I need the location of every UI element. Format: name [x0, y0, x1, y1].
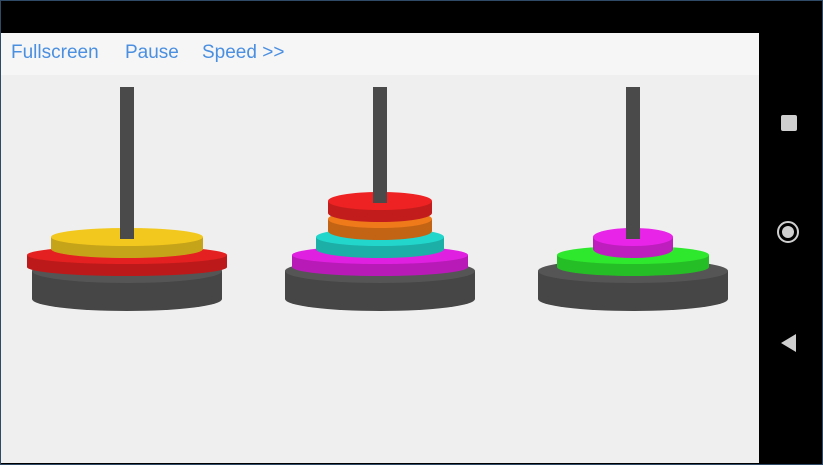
tower-left	[27, 87, 227, 311]
recents-square-icon[interactable]	[781, 115, 797, 131]
tower-middle	[285, 87, 475, 311]
tower-right	[538, 87, 728, 311]
back-triangle-icon[interactable]	[781, 334, 796, 352]
tower-peg-top	[626, 87, 640, 239]
hanoi-app: Fullscreen Pause Speed >>	[1, 33, 759, 463]
toolbar: Fullscreen Pause Speed >>	[1, 33, 759, 75]
tower-peg-top	[373, 87, 387, 203]
pause-button[interactable]: Pause	[125, 42, 179, 64]
status-bar	[1, 1, 759, 33]
fullscreen-button[interactable]: Fullscreen	[11, 42, 99, 64]
tower-peg-top	[120, 87, 134, 239]
home-circle-icon[interactable]	[777, 221, 799, 243]
speed-button[interactable]: Speed >>	[202, 42, 284, 64]
game-area	[27, 87, 728, 311]
android-nav-bar	[759, 1, 822, 463]
